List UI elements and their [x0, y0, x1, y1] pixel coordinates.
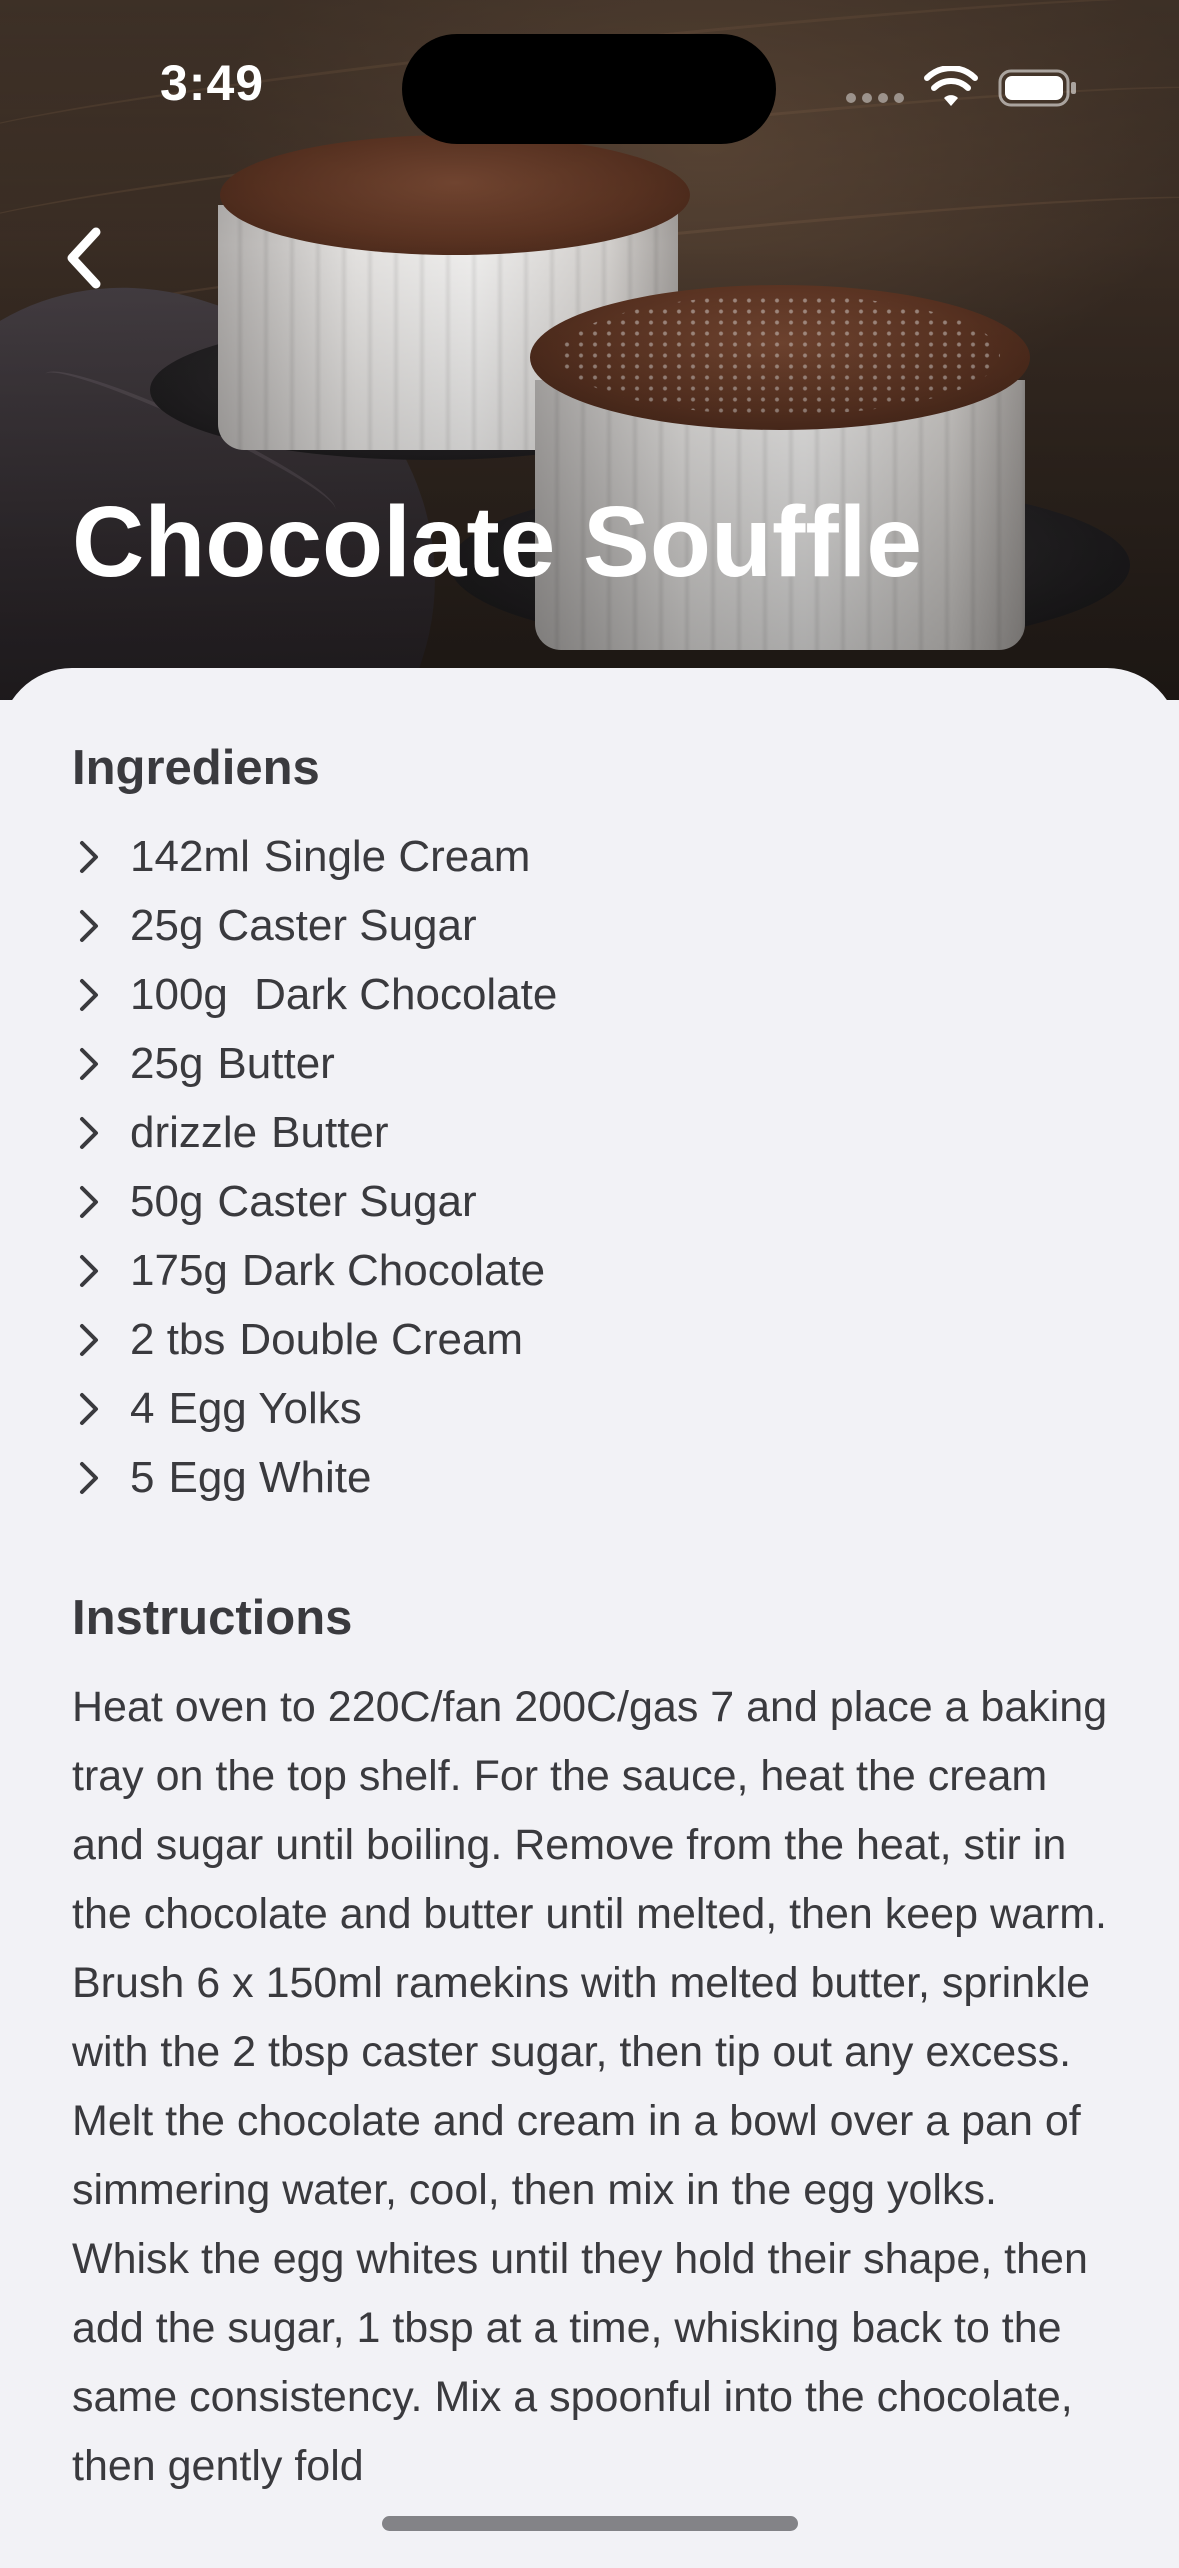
- ingredient-name: Butter: [217, 1038, 335, 1088]
- ingredient-item[interactable]: drizzle Butter: [72, 1098, 557, 1167]
- chevron-right-icon: [80, 909, 98, 942]
- chevron-right-icon: [80, 1185, 98, 1218]
- ingredient-item[interactable]: 4 Egg Yolks: [72, 1374, 557, 1443]
- ingredient-measure: 50g: [130, 1176, 204, 1226]
- ingredients-heading: Ingrediens: [72, 741, 320, 795]
- ingredient-measure: 4: [130, 1383, 155, 1433]
- ingredients-list: 142ml Single Cream 25g Caster Sugar 100g Dar…: [72, 822, 557, 1512]
- ingredient-item[interactable]: 100g Dark Chocolate: [72, 960, 557, 1029]
- chevron-right-icon: [80, 1116, 98, 1149]
- chevron-right-icon: [80, 840, 98, 873]
- instructions-text: Heat oven to 220C/fan 200C/gas 7 and pla…: [72, 1673, 1122, 2501]
- ingredient-item[interactable]: 25g Butter: [72, 1029, 557, 1098]
- back-button[interactable]: [56, 218, 116, 298]
- ingredient-item[interactable]: 2 tbs Double Cream: [72, 1305, 557, 1374]
- instructions-paragraph: Heat oven to 220C/fan 200C/gas 7 and pla…: [72, 1683, 1108, 1938]
- chevron-right-icon: [80, 1047, 98, 1080]
- status-time: 3:49: [160, 55, 265, 111]
- ingredient-item[interactable]: 142ml Single Cream: [72, 822, 557, 891]
- chevron-right-icon: [80, 1461, 98, 1494]
- chevron-left-icon: [67, 227, 101, 289]
- ingredient-measure: 142ml: [130, 831, 250, 881]
- recipe-title: Chocolate Souffle: [72, 486, 923, 598]
- dynamic-island: [402, 34, 776, 144]
- ingredient-name: Dark Chocolate: [254, 969, 558, 1019]
- ingredient-measure: 175g: [130, 1245, 228, 1295]
- ingredient-measure: 100g: [130, 969, 241, 1019]
- ingredient-name: Egg White: [168, 1452, 372, 1502]
- ingredient-name: Dark Chocolate: [241, 1245, 546, 1295]
- wifi-icon: [924, 66, 978, 106]
- chevron-right-icon: [80, 978, 98, 1011]
- ingredient-item[interactable]: 175g Dark Chocolate: [72, 1236, 557, 1305]
- ingredient-item[interactable]: 5 Egg White: [72, 1443, 557, 1512]
- chevron-right-icon: [80, 1254, 98, 1287]
- battery-icon: [998, 69, 1076, 107]
- ingredient-measure: drizzle: [130, 1107, 258, 1157]
- ingredient-item[interactable]: 25g Caster Sugar: [72, 891, 557, 960]
- instructions-heading: Instructions: [72, 1591, 353, 1645]
- ingredient-name: Egg Yolks: [168, 1383, 362, 1433]
- ingredient-name: Caster Sugar: [217, 1176, 477, 1226]
- ingredient-name: Double Cream: [239, 1314, 524, 1364]
- ingredient-item[interactable]: 50g Caster Sugar: [72, 1167, 557, 1236]
- ingredient-measure: 25g: [130, 900, 204, 950]
- ingredient-measure: 5: [130, 1452, 155, 1502]
- ingredient-measure: 25g: [130, 1038, 204, 1088]
- chevron-right-icon: [80, 1323, 98, 1356]
- home-indicator[interactable]: [382, 2516, 798, 2531]
- cellular-signal-icon: [846, 93, 904, 103]
- ingredient-name: Caster Sugar: [217, 900, 477, 950]
- ingredient-name: Single Cream: [263, 831, 531, 881]
- chevron-right-icon: [80, 1392, 98, 1425]
- ingredient-name: Butter: [271, 1107, 389, 1157]
- ingredient-measure: 2 tbs: [130, 1314, 226, 1364]
- instructions-paragraph: Brush 6 x 150ml ramekins with melted but…: [72, 1959, 1091, 2490]
